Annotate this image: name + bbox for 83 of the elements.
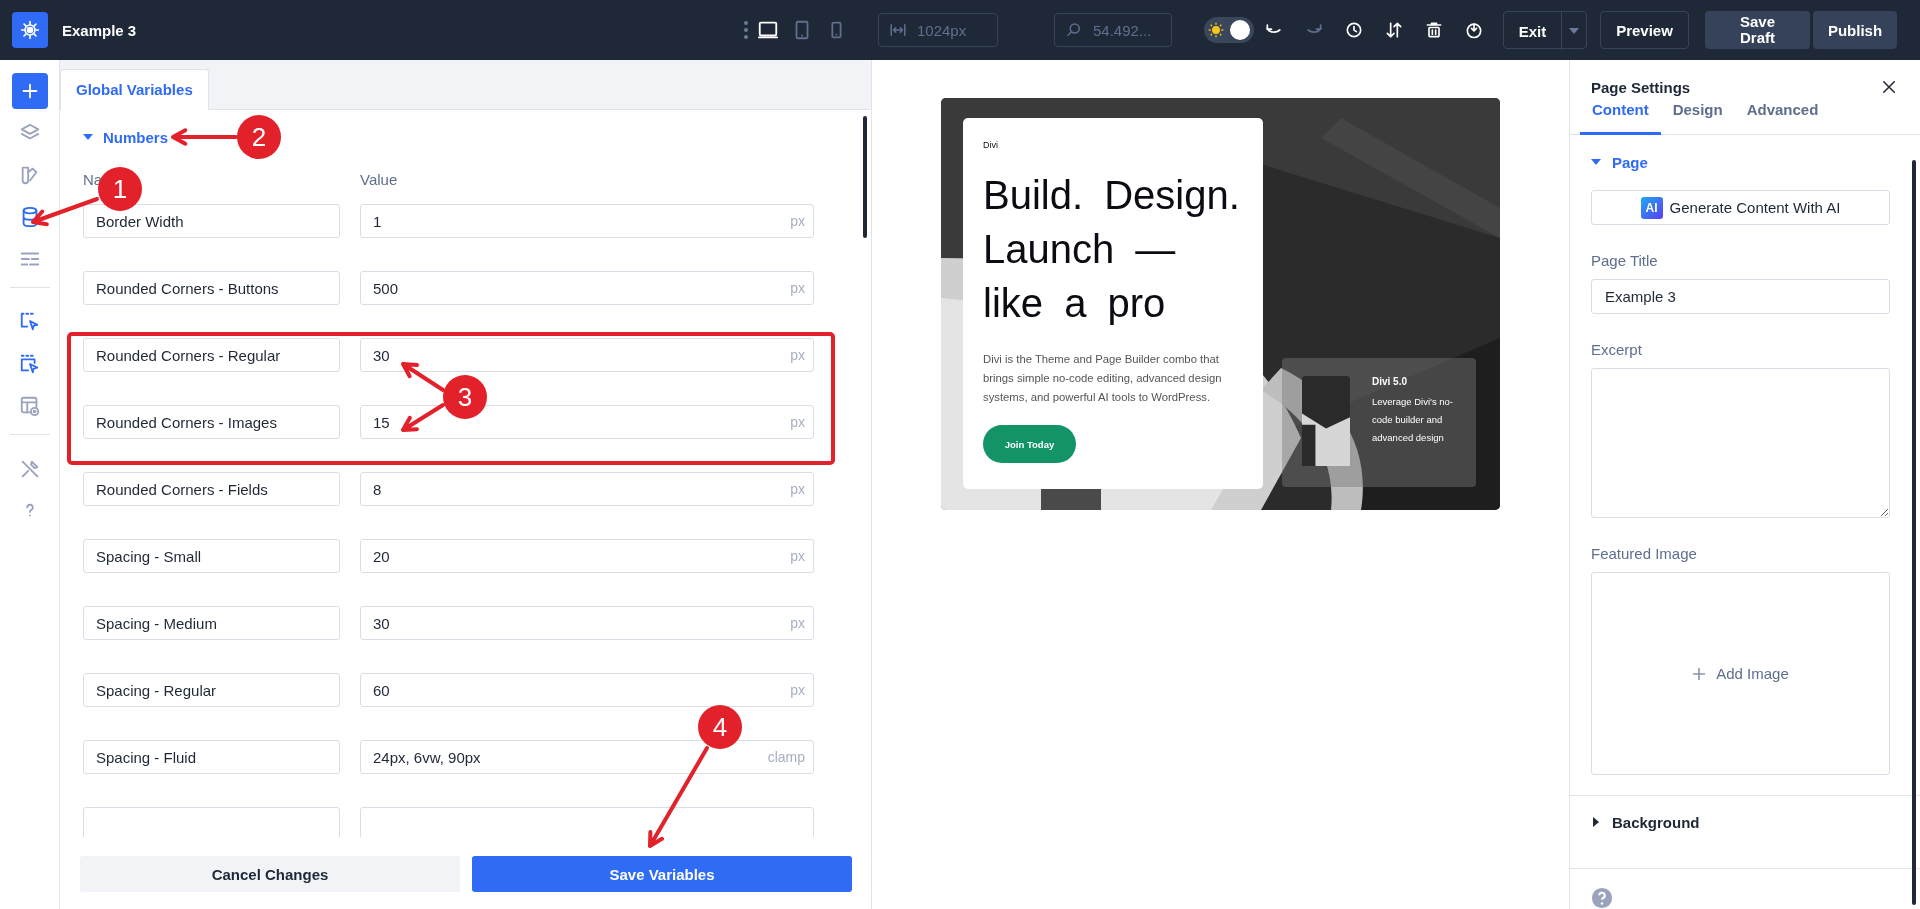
save-draft-button[interactable]: Save Draft <box>1705 11 1810 49</box>
unit-label: px <box>790 280 805 296</box>
power-icon[interactable] <box>1464 20 1484 40</box>
name-field[interactable]: Spacing - Small <box>83 539 340 573</box>
scrollbar[interactable] <box>863 116 867 238</box>
unit-label: px <box>790 414 805 430</box>
cancel-button[interactable]: Cancel Changes <box>80 856 460 892</box>
width-icon[interactable] <box>889 21 907 39</box>
generate-ai-button[interactable]: AI Generate Content With AI <box>1591 190 1890 225</box>
name-field[interactable]: Rounded Corners - Fields <box>83 472 340 506</box>
sun-icon <box>1208 22 1224 38</box>
value-field[interactable]: 60 px <box>360 673 814 707</box>
name-field[interactable]: Rounded Corners - Images <box>83 405 340 439</box>
save-button[interactable]: Save Variables <box>472 856 852 892</box>
name-field[interactable]: Spacing - Fluid <box>83 740 340 774</box>
field-label: Page Title <box>1591 252 1659 269</box>
settings-tab[interactable]: Design <box>1660 101 1735 135</box>
settings-button[interactable] <box>12 12 48 48</box>
field-label: Featured Image <box>1591 545 1698 562</box>
name-field[interactable] <box>83 807 340 837</box>
unit-label: clamp <box>767 749 805 765</box>
value-field[interactable]: 1 px <box>360 204 814 238</box>
annotation-arrow <box>171 128 238 146</box>
column-header: Value <box>360 170 399 188</box>
panel-tab[interactable]: Global Variables <box>60 69 209 110</box>
name-field[interactable]: Spacing - Medium <box>83 606 340 640</box>
name-field[interactable]: Rounded Corners - Buttons <box>83 271 340 305</box>
cursor-select-icon[interactable] <box>18 311 41 333</box>
panel-title: Page Settings <box>1591 78 1691 96</box>
value-field[interactable]: 20 px <box>360 539 814 573</box>
layout-eye-icon[interactable] <box>18 395 41 417</box>
settings-tab[interactable]: Advanced <box>1734 101 1831 135</box>
sort-icon[interactable] <box>1384 20 1404 40</box>
excerpt-field[interactable] <box>1591 368 1890 518</box>
annotation-arrow <box>31 197 99 227</box>
name-field[interactable]: Spacing - Regular <box>83 673 340 707</box>
publish-button[interactable]: Publish <box>1813 11 1897 49</box>
ai-badge: AI <box>1640 196 1663 219</box>
name-field[interactable]: Rounded Corners - Regular <box>83 338 340 372</box>
name-field[interactable]: Border Width <box>83 204 340 238</box>
step-marker: 3 <box>443 375 487 419</box>
value-field[interactable]: 30 px <box>360 606 814 640</box>
unit-label: px <box>790 347 805 363</box>
section-toggle[interactable]: Background <box>1591 812 1890 832</box>
value-field[interactable]: 500 px <box>360 271 814 305</box>
step-marker: 4 <box>698 705 742 749</box>
caret-icon <box>83 132 93 142</box>
value-field[interactable]: 24px, 6vw, 90px clamp <box>360 740 814 774</box>
value-field[interactable]: 30 px <box>360 338 814 372</box>
history-icon[interactable] <box>1344 20 1364 40</box>
unit-label: px <box>790 481 805 497</box>
annotation-arrow <box>401 403 445 432</box>
annotation-arrow <box>401 362 445 392</box>
page-title: Example 3 <box>62 21 138 39</box>
help-icon[interactable] <box>1591 887 1613 909</box>
gear-icon[interactable] <box>20 20 40 40</box>
caret-icon <box>1591 817 1601 827</box>
close-icon[interactable] <box>1880 78 1898 96</box>
value-field[interactable]: 15 px <box>360 405 814 439</box>
trash-icon[interactable] <box>1424 20 1444 40</box>
value-field[interactable] <box>360 807 814 837</box>
preview-button[interactable]: Preview <box>1600 11 1689 49</box>
caret-icon <box>1591 157 1601 167</box>
caret-icon <box>1569 28 1579 34</box>
step-marker: 2 <box>237 115 281 159</box>
add-image-button[interactable]: Add Image <box>1692 665 1789 682</box>
group-toggle[interactable]: Numbers <box>83 125 169 149</box>
unit-label: px <box>790 213 805 229</box>
field-label: Excerpt <box>1591 341 1643 358</box>
title-field[interactable]: Example 3 <box>1591 279 1890 314</box>
desktop-view-icon[interactable] <box>757 19 779 41</box>
search-icon[interactable] <box>1065 21 1083 39</box>
cursor-select-icon[interactable] <box>18 353 41 375</box>
settings-tab[interactable]: Content <box>1580 101 1661 135</box>
unit-label: px <box>790 682 805 698</box>
section-toggle[interactable]: Page <box>1591 152 1890 172</box>
unit-label: px <box>790 615 805 631</box>
value-field[interactable]: 8 px <box>360 472 814 506</box>
scrollbar[interactable] <box>1912 160 1916 905</box>
unit-label: px <box>790 548 805 564</box>
plus-icon <box>1692 666 1707 681</box>
image-dropzone[interactable]: Add Image <box>1591 572 1890 775</box>
theme-toggle[interactable] <box>1204 17 1254 43</box>
